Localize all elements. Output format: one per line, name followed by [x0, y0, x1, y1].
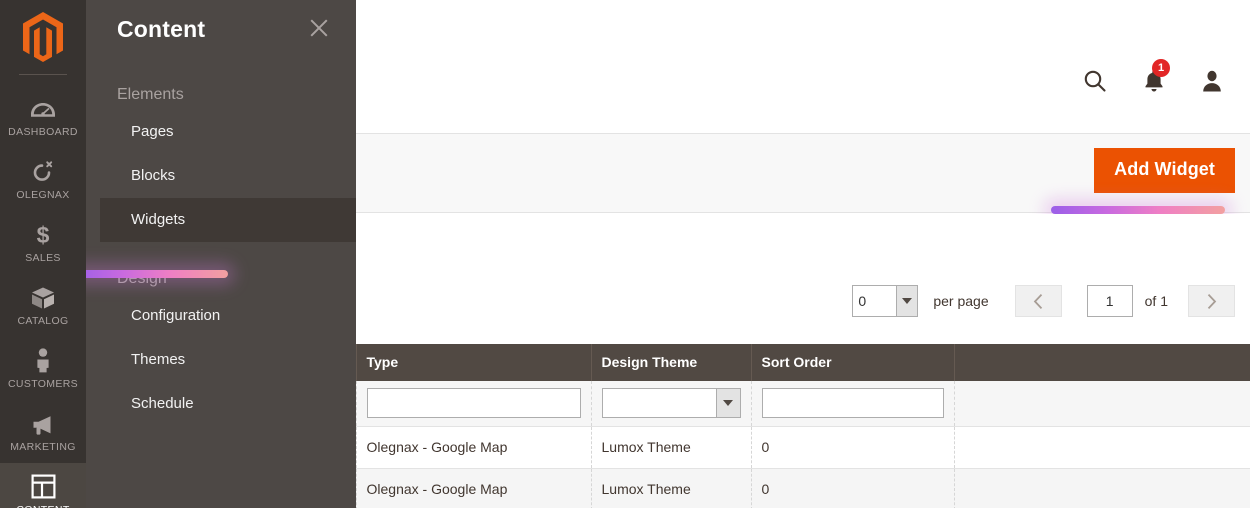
column-header-sort-order[interactable]: Sort Order	[751, 344, 955, 381]
close-icon[interactable]	[306, 15, 332, 41]
sidebar-item-customers[interactable]: CUSTOMERS	[0, 337, 86, 400]
megaphone-icon	[30, 410, 56, 436]
content-flyout-menu: Content Elements Pages Blocks Widgets De…	[86, 0, 356, 508]
sidebar-item-dashboard[interactable]: DASHBOARD	[0, 85, 86, 148]
sidebar-item-catalog[interactable]: CATALOG	[0, 274, 86, 337]
filter-cell-type	[356, 381, 592, 427]
column-header-spacer	[954, 344, 1250, 381]
filter-input-type[interactable]	[366, 388, 581, 418]
layout-icon	[31, 473, 56, 499]
chevron-down-icon	[723, 400, 733, 406]
svg-text:$: $	[37, 223, 50, 247]
header-icon-group: 1	[1082, 59, 1224, 94]
per-page-dropdown-arrow[interactable]	[896, 285, 919, 317]
cell-type: Olegnax - Google Map	[356, 426, 592, 469]
admin-page: 1 Add Widget d	[0, 0, 1250, 508]
flyout-item-pages[interactable]: Pages	[100, 110, 356, 154]
cell-type: Olegnax - Google Map	[356, 468, 592, 508]
per-page-select[interactable]	[852, 285, 919, 317]
sidebar-item-content[interactable]: CONTENT	[0, 463, 86, 508]
admin-sidebar: DASHBOARD OLEGNAX $ SALES CATALOG CUSTOM…	[0, 0, 86, 508]
per-page-input[interactable]	[852, 285, 897, 317]
filter-select-design-theme-value	[601, 388, 716, 418]
previous-page-button[interactable]	[1014, 285, 1062, 317]
sidebar-item-label: MARKETING	[10, 441, 76, 453]
accent-highlight-bar-main	[1051, 206, 1225, 214]
sidebar-item-label: CUSTOMERS	[7, 378, 79, 390]
cell-design-theme: Lumox Theme	[591, 468, 752, 508]
flyout-section-heading: Elements	[117, 86, 184, 103]
magento-logo[interactable]	[0, 0, 86, 74]
accent-highlight-bar-flyout	[86, 270, 228, 278]
flyout-item-blocks[interactable]: Blocks	[100, 154, 356, 198]
add-widget-button[interactable]: Add Widget	[1094, 148, 1235, 193]
sidebar-item-olegnax[interactable]: OLEGNAX	[0, 148, 86, 211]
sidebar-item-label: OLEGNAX	[16, 189, 70, 201]
filter-cell-spacer	[954, 381, 1250, 427]
dollar-sign-icon: $	[32, 221, 54, 247]
bell-icon[interactable]: 1	[1142, 59, 1170, 94]
cell-design-theme: Lumox Theme	[591, 426, 752, 469]
column-header-type[interactable]: Type	[356, 344, 592, 381]
sidebar-item-label: DASHBOARD	[8, 126, 78, 138]
cell-spacer	[954, 426, 1250, 469]
column-header-design-theme[interactable]: Design Theme	[591, 344, 752, 381]
current-page-input[interactable]	[1086, 285, 1133, 317]
total-pages-label: of 1	[1144, 293, 1168, 309]
flyout-item-widgets[interactable]: Widgets	[100, 198, 356, 242]
flyout-item-configuration[interactable]: Configuration	[100, 294, 356, 338]
flyout-item-schedule[interactable]: Schedule	[100, 382, 356, 426]
sidebar-item-label: CONTENT	[16, 504, 69, 508]
pagination-controls: per page of 1	[852, 285, 1235, 317]
cell-spacer	[954, 468, 1250, 508]
filter-input-sort-order[interactable]	[761, 388, 944, 418]
search-icon[interactable]	[1082, 68, 1108, 94]
sidebar-item-label: SALES	[25, 252, 61, 264]
flyout-section-elements: Elements Pages Blocks Widgets	[86, 58, 356, 242]
flyout-section-heading: Design	[117, 270, 167, 287]
olegnax-icon	[31, 158, 55, 184]
chevron-right-icon	[1207, 293, 1217, 309]
chevron-left-icon	[1033, 293, 1042, 309]
next-page-button[interactable]	[1188, 285, 1235, 317]
user-avatar-icon[interactable]	[1200, 68, 1224, 94]
sidebar-item-sales[interactable]: $ SALES	[0, 211, 86, 274]
notification-count-badge: 1	[1152, 59, 1170, 77]
person-icon	[33, 347, 53, 373]
per-page-label: per page	[933, 293, 989, 309]
filter-select-design-theme[interactable]	[601, 388, 741, 418]
dashboard-gauge-icon	[30, 95, 56, 121]
chevron-down-icon	[902, 298, 913, 304]
flyout-title: Content	[117, 15, 206, 42]
sidebar-item-marketing[interactable]: MARKETING	[0, 400, 86, 463]
filter-cell-design-theme	[591, 381, 752, 427]
sidebar-divider	[19, 74, 67, 75]
filter-cell-sort-order	[751, 381, 955, 427]
cell-sort-order: 0	[751, 426, 955, 469]
sidebar-item-label: CATALOG	[17, 315, 69, 327]
cell-sort-order: 0	[751, 468, 955, 508]
filter-select-arrow[interactable]	[715, 388, 741, 418]
flyout-item-themes[interactable]: Themes	[100, 338, 356, 382]
box-icon	[30, 284, 56, 310]
flyout-header: Content	[86, 0, 356, 58]
